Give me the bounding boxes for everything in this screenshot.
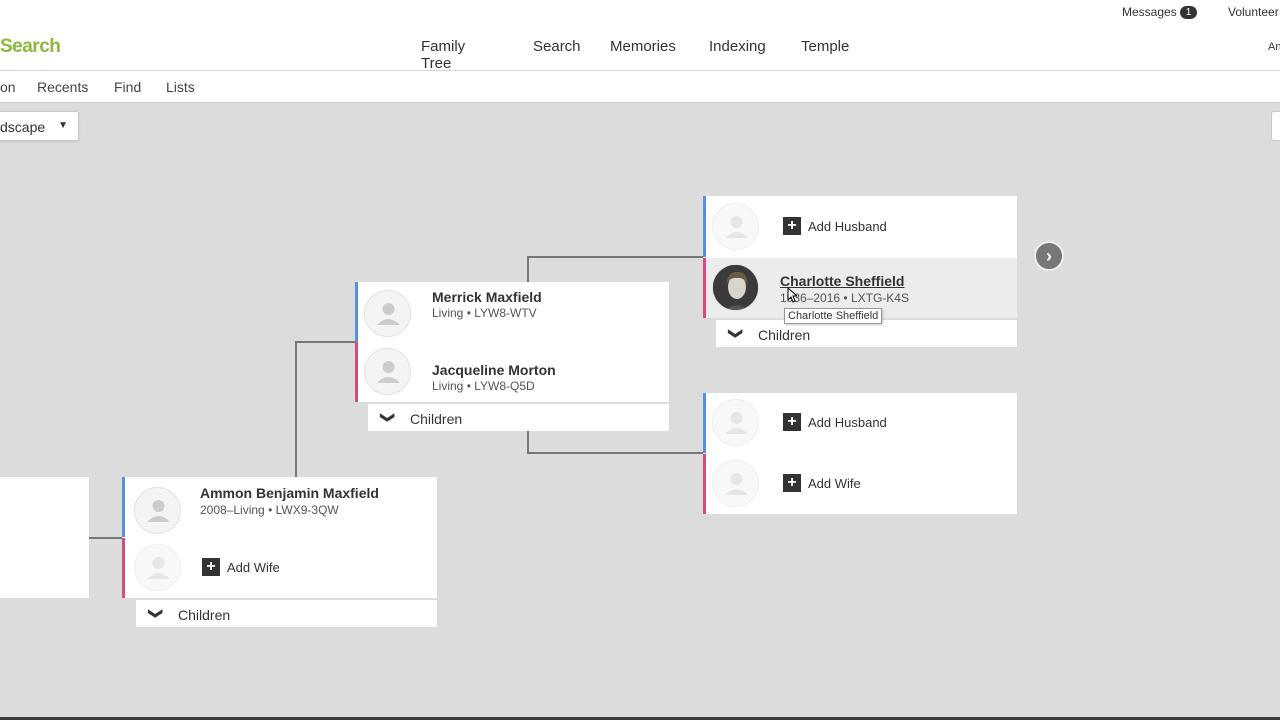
subnav-lists[interactable]: Lists: [166, 79, 195, 95]
person-photo: [712, 264, 759, 311]
add-wife-label: Add Wife: [808, 475, 861, 491]
empty-avatar-icon: [712, 399, 759, 446]
chevron-down-icon: ❯: [380, 411, 397, 424]
name-tooltip: Charlotte Sheffield: [784, 308, 883, 324]
person-meta: Living • LYW8-WTV: [432, 306, 537, 320]
children-label: Children: [758, 327, 811, 343]
chevron-down-icon: ❯: [148, 607, 165, 620]
plus-icon: +: [783, 217, 801, 235]
person-name[interactable]: Ammon Benjamin Maxfield: [200, 485, 379, 501]
person-id: LXTG-K4S: [850, 291, 909, 305]
empty-avatar-icon: [712, 203, 759, 250]
root-children-toggle[interactable]: ❯ Children: [136, 600, 437, 627]
messages-label: Messages: [1122, 5, 1177, 19]
add-husband-button[interactable]: + Add Husband: [783, 413, 887, 431]
subnav-person[interactable]: on: [0, 79, 16, 95]
connector-line: [295, 341, 297, 478]
top-header: Search Messages 1 Volunteer Family Tree S…: [0, 0, 1280, 72]
connector-line: [527, 256, 704, 258]
subnav-find[interactable]: Find: [114, 79, 141, 95]
add-wife-label: Add Wife: [227, 559, 280, 575]
nav-search[interactable]: Search: [533, 38, 581, 55]
nav-temple[interactable]: Temple: [801, 38, 849, 55]
expand-ancestors-button[interactable]: ›: [1034, 241, 1064, 271]
add-husband-button[interactable]: + Add Husband: [783, 217, 887, 235]
empty-avatar-icon: [134, 544, 181, 591]
offscreen-person-card[interactable]: [0, 477, 89, 598]
mother-row[interactable]: Jacqueline Morton Living • LYW8-Q5D: [355, 342, 669, 402]
add-wife-button[interactable]: + Add Wife: [783, 474, 861, 492]
grandmother-row: + Add Wife: [703, 454, 1017, 514]
messages-link[interactable]: Messages 1: [1122, 5, 1198, 19]
root-person-row[interactable]: Ammon Benjamin Maxfield 2008–Living • LW…: [122, 477, 437, 537]
father-row[interactable]: Merrick Maxfield Living • LYW8-WTV: [355, 282, 669, 342]
person-id: LYW8-Q5D: [474, 379, 535, 393]
add-husband-label: Add Husband: [808, 414, 887, 430]
children-label: Children: [178, 607, 231, 623]
person-name[interactable]: Merrick Maxfield: [432, 289, 542, 305]
person-lifespan: Living: [432, 306, 464, 320]
nav-memories[interactable]: Memories: [610, 38, 676, 55]
person-avatar-icon: [364, 290, 411, 337]
parents-couple-card: Merrick Maxfield Living • LYW8-WTV Jacqu…: [355, 282, 669, 402]
tree-options-button[interactable]: [1271, 111, 1280, 141]
nav-indexing[interactable]: Indexing: [709, 38, 766, 55]
familysearch-logo[interactable]: Search: [0, 36, 61, 58]
person-name[interactable]: Charlotte Sheffield: [780, 273, 904, 289]
connector-line: [89, 537, 124, 539]
maternal-grandparents-card: + Add Husband + Add Wife: [703, 393, 1017, 514]
grandfather-row: + Add Husband: [703, 196, 1017, 257]
grandfather-row: + Add Husband: [703, 393, 1017, 453]
person-lifespan: 2008–Living: [200, 503, 265, 517]
connector-line: [295, 341, 356, 343]
empty-avatar-icon: [712, 460, 759, 507]
grandparents-children-toggle[interactable]: ❯ Children: [716, 320, 1017, 347]
root-spouse-row: + Add Wife: [122, 538, 437, 598]
plus-icon: +: [783, 413, 801, 431]
person-meta: Living • LYW8-Q5D: [432, 379, 535, 393]
connector-line: [527, 452, 704, 454]
dropdown-arrow-icon: ▼: [58, 120, 68, 131]
root-couple-card: Ammon Benjamin Maxfield 2008–Living • LW…: [122, 477, 437, 598]
add-husband-label: Add Husband: [808, 218, 887, 234]
person-name[interactable]: Jacqueline Morton: [432, 362, 556, 378]
volunteer-link[interactable]: Volunteer: [1228, 5, 1279, 19]
plus-icon: +: [202, 558, 220, 576]
connector-line: [527, 256, 529, 282]
nav-family-tree[interactable]: Family Tree: [421, 38, 465, 72]
chevron-right-icon: ›: [1046, 245, 1052, 266]
chevron-down-icon: ❯: [728, 327, 745, 340]
person-meta: 1936–2016 • LXTG-K4S: [780, 291, 909, 305]
tree-view-value: dscape: [0, 119, 46, 135]
children-label: Children: [410, 411, 463, 427]
add-wife-button[interactable]: + Add Wife: [202, 558, 280, 576]
connector-line: [527, 431, 529, 454]
parents-children-toggle[interactable]: ❯ Children: [368, 404, 669, 431]
messages-count-badge: 1: [1179, 6, 1198, 19]
person-meta: 2008–Living • LWX9-3QW: [200, 503, 339, 517]
tree-view-select[interactable]: dscape ▼: [0, 111, 79, 141]
mouse-pointer-icon: [787, 287, 797, 303]
person-avatar-icon: [364, 348, 411, 395]
paternal-grandparents-card: + Add Husband Charlotte Sheffield 1936–20…: [703, 196, 1017, 318]
person-avatar-icon: [134, 487, 181, 534]
tree-subnav: on Recents Find Lists: [0, 71, 1280, 103]
plus-icon: +: [783, 474, 801, 492]
person-id: LWX9-3QW: [275, 503, 339, 517]
person-lifespan: Living: [432, 379, 464, 393]
person-id: LYW8-WTV: [474, 306, 537, 320]
account-menu[interactable]: An: [1268, 41, 1280, 53]
subnav-recents[interactable]: Recents: [37, 79, 88, 95]
